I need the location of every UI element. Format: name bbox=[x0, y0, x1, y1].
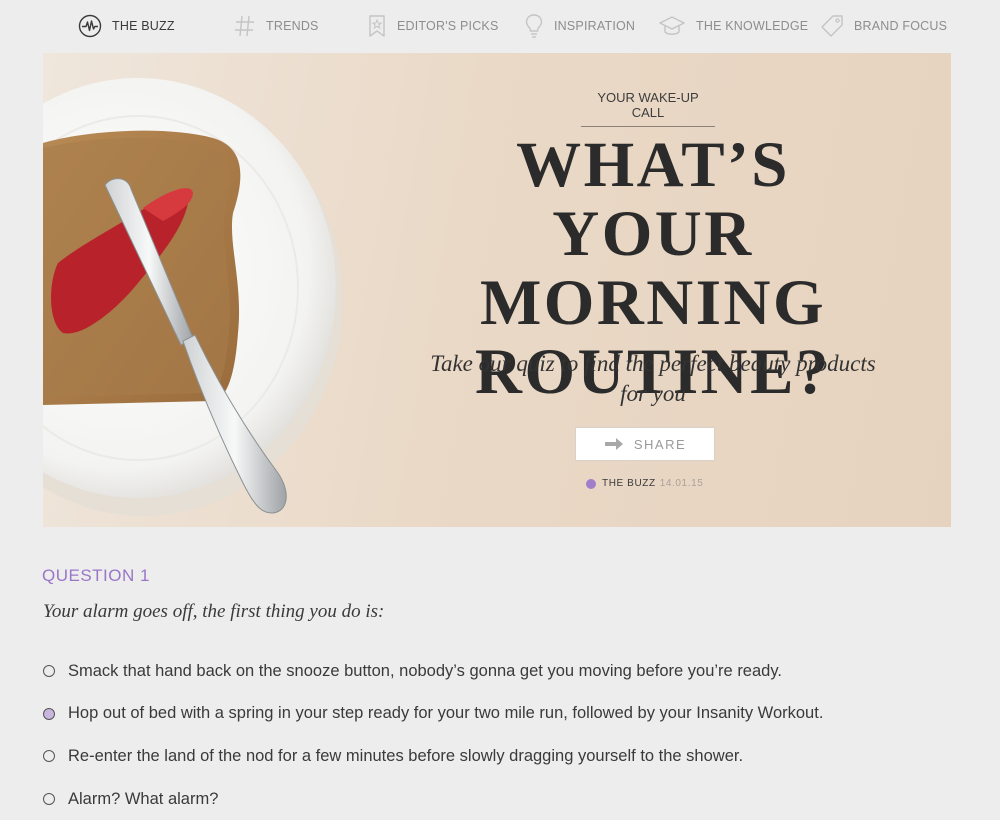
bookmark-star-icon bbox=[369, 15, 385, 37]
pulse-icon bbox=[78, 14, 102, 38]
radio-button-selected[interactable] bbox=[43, 707, 55, 720]
hero-content: YOUR WAKE-UP CALL WHAT’S YOUR MORNING RO… bbox=[423, 53, 923, 527]
answer-option[interactable]: Smack that hand back on the snooze butto… bbox=[43, 650, 963, 693]
nav-label: THE KNOWLEDGE bbox=[696, 19, 809, 33]
hero-banner: YOUR WAKE-UP CALL WHAT’S YOUR MORNING RO… bbox=[43, 53, 951, 527]
nav-label: BRAND FOCUS bbox=[854, 19, 948, 33]
question-text: Your alarm goes off, the first thing you… bbox=[43, 601, 385, 622]
radio-button[interactable] bbox=[43, 793, 55, 806]
radio-button[interactable] bbox=[43, 750, 55, 763]
hero-image-toast bbox=[43, 78, 343, 516]
nav-label: INSPIRATION bbox=[554, 19, 636, 33]
nav-label: THE BUZZ bbox=[112, 19, 175, 33]
answer-label: Smack that hand back on the snooze butto… bbox=[68, 661, 782, 680]
nav-label: TRENDS bbox=[266, 19, 319, 33]
answer-label: Alarm? What alarm? bbox=[68, 789, 219, 808]
question-number: QUESTION 1 bbox=[42, 566, 150, 585]
category-dot bbox=[586, 478, 596, 489]
answer-label: Re-enter the land of the nod for a few m… bbox=[68, 746, 744, 765]
answer-option[interactable]: Hop out of bed with a spring in your ste… bbox=[43, 693, 963, 736]
graduation-cap-icon bbox=[659, 16, 685, 35]
nav-item-the-knowledge[interactable]: THE KNOWLEDGE bbox=[658, 12, 808, 40]
hashtag-icon bbox=[235, 15, 254, 37]
hero-subhead: Take our quiz to find the perfect beauty… bbox=[430, 351, 876, 406]
publish-date: 14.01.15 bbox=[659, 478, 704, 489]
hero-kicker: YOUR WAKE-UP CALL bbox=[581, 90, 715, 127]
nav-item-brand-focus[interactable]: BRAND FOCUS bbox=[820, 12, 947, 40]
tag-icon bbox=[821, 15, 843, 37]
category-label[interactable]: THE BUZZ bbox=[602, 478, 656, 489]
nav-item-inspiration[interactable]: INSPIRATION bbox=[524, 12, 635, 40]
arrow-right-icon bbox=[604, 438, 623, 450]
lightbulb-icon bbox=[525, 14, 543, 38]
answer-option[interactable]: Alarm? What alarm? bbox=[43, 778, 963, 820]
nav-item-the-buzz[interactable]: THE BUZZ bbox=[78, 12, 175, 40]
nav-item-editors-picks[interactable]: EDITOR'S PICKS bbox=[367, 12, 499, 40]
answer-options: Smack that hand back on the snooze butto… bbox=[43, 650, 963, 820]
main-nav: THE BUZZ TRENDS EDITOR'S PICKS INSPIRATI… bbox=[0, 0, 1000, 52]
nav-item-trends[interactable]: TRENDS bbox=[234, 12, 319, 40]
answer-label: Hop out of bed with a spring in your ste… bbox=[68, 704, 824, 723]
share-label: SHARE bbox=[633, 436, 687, 452]
answer-option[interactable]: Re-enter the land of the nod for a few m… bbox=[43, 735, 963, 778]
nav-label: EDITOR'S PICKS bbox=[397, 19, 499, 33]
article-meta: THE BUZZ 14.01.15 bbox=[586, 478, 703, 489]
radio-button[interactable] bbox=[43, 665, 55, 678]
share-button[interactable]: SHARE bbox=[575, 427, 715, 461]
